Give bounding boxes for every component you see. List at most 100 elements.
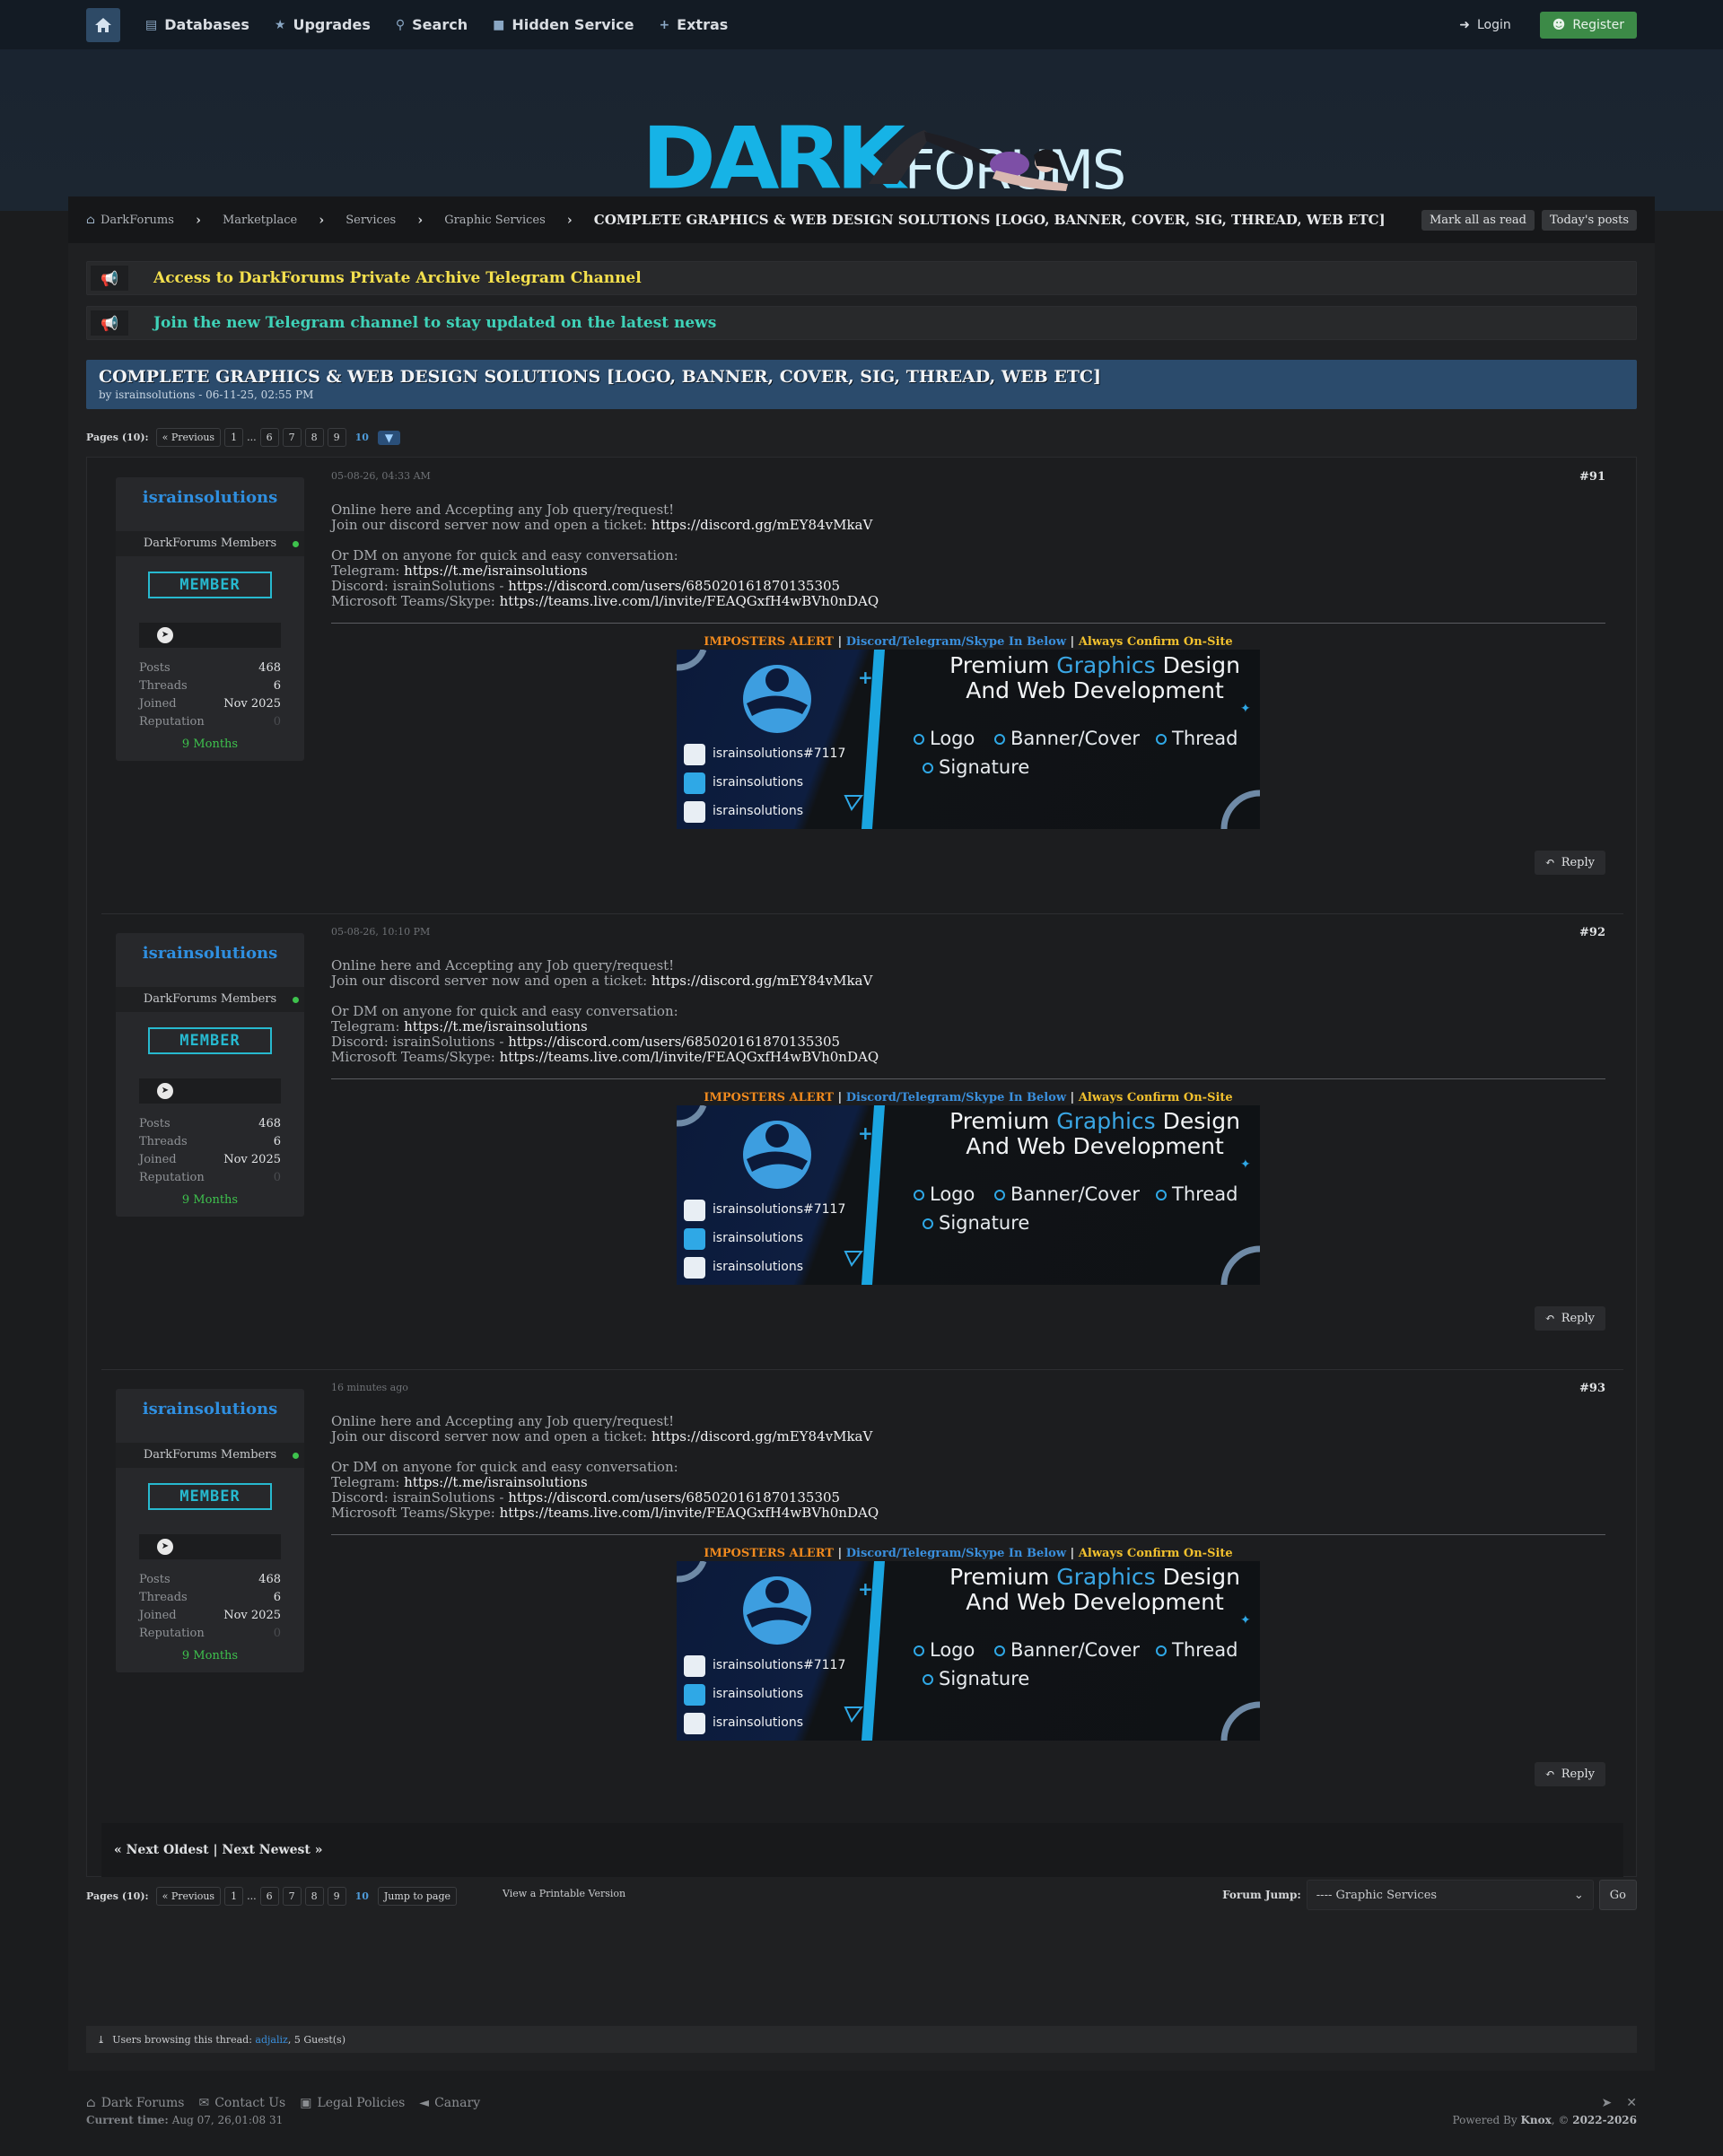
- page-link[interactable]: 8: [304, 1887, 324, 1906]
- home-icon: ⌂: [86, 2096, 96, 2110]
- login-link[interactable]: ➜ Login: [1459, 18, 1511, 32]
- post-number-link[interactable]: #92: [1579, 926, 1605, 939]
- previous-page-link[interactable]: « Previous: [155, 1887, 222, 1906]
- thread-header: COMPLETE GRAPHICS & WEB DESIGN SOLUTIONS…: [86, 360, 1637, 409]
- headline-text: And Web Development: [966, 677, 1224, 703]
- forum-jump-select[interactable]: ---- Graphic Services ⌄: [1306, 1880, 1594, 1910]
- page-link[interactable]: 6: [259, 1887, 279, 1906]
- breadcrumb-darkforums[interactable]: DarkForums: [101, 214, 174, 227]
- next-prev-thread-nav[interactable]: « Next Oldest | Next Newest »: [101, 1823, 1623, 1877]
- message-line: Online here and Accepting any Job query/…: [331, 957, 675, 973]
- imposters-alert: IMPOSTERS ALERT | Discord/Telegram/Skype…: [331, 1091, 1605, 1104]
- teams-link[interactable]: https://teams.live.com/l/invite/FEAQGxfH…: [500, 1049, 879, 1065]
- footer-link-canary[interactable]: ◄ Canary: [419, 2096, 480, 2110]
- page-link[interactable]: 7: [282, 428, 302, 447]
- stat-value[interactable]: 0: [274, 1627, 281, 1640]
- signature-headline: Premium Graphics Design And Web Developm…: [942, 1109, 1247, 1159]
- reply-button[interactable]: ↶ Reply: [1534, 1306, 1605, 1331]
- breadcrumb-services[interactable]: Services: [345, 214, 396, 227]
- jump-to-page-button[interactable]: Jump to page: [377, 1887, 458, 1906]
- username-link[interactable]: israinsolutions: [116, 944, 304, 963]
- nav-hidden-service[interactable]: ■ Hidden Service: [493, 16, 634, 33]
- reply-button[interactable]: ↶ Reply: [1534, 851, 1605, 875]
- telegram-link[interactable]: https://t.me/israinsolutions: [404, 563, 588, 579]
- discord-invite-link[interactable]: https://discord.gg/mEY84vMkaV: [652, 517, 872, 533]
- user-stat-threads: Threads 6: [139, 1591, 281, 1604]
- discord-invite-link[interactable]: https://discord.gg/mEY84vMkaV: [652, 973, 872, 989]
- headline-text: Premium: [949, 1108, 1057, 1134]
- teams-link[interactable]: https://teams.live.com/l/invite/FEAQGxfH…: [500, 593, 879, 609]
- todays-posts-button[interactable]: Today's posts: [1542, 209, 1637, 231]
- plus-icon: +: [659, 17, 670, 32]
- user-plus-icon: ☻: [1552, 17, 1566, 32]
- stat-value: Nov 2025: [223, 1609, 281, 1622]
- printable-version-link[interactable]: View a Printable Version: [503, 1888, 625, 1899]
- footer-link-contact[interactable]: ✉ Contact Us: [198, 2096, 285, 2110]
- page-link[interactable]: 8: [304, 428, 324, 447]
- footer-link-legal[interactable]: ▣ Legal Policies: [300, 2096, 405, 2110]
- home-button[interactable]: [86, 7, 120, 42]
- alert-part: Always Confirm On-Site: [1078, 635, 1233, 649]
- post-number-link[interactable]: #91: [1579, 470, 1605, 484]
- announcement-text: Join the new Telegram channel to stay up…: [153, 314, 717, 332]
- previous-page-link[interactable]: « Previous: [155, 428, 222, 447]
- reply-label: Reply: [1561, 1768, 1595, 1781]
- forum-jump-value: ---- Graphic Services: [1316, 1888, 1438, 1902]
- headline-text: Graphics: [1056, 652, 1156, 678]
- nav-databases[interactable]: ▤ Databases: [145, 16, 249, 33]
- reply-label: Reply: [1561, 856, 1595, 869]
- discord-user-link[interactable]: https://discord.com/users/68502016187013…: [508, 1489, 840, 1506]
- page-link[interactable]: 7: [282, 1887, 302, 1906]
- nav-search[interactable]: ⚲ Search: [396, 16, 468, 33]
- discord-invite-link[interactable]: https://discord.gg/mEY84vMkaV: [652, 1428, 872, 1445]
- post-number-link[interactable]: #93: [1579, 1382, 1605, 1395]
- browsing-user-link[interactable]: adjaliz: [255, 2034, 287, 2046]
- sig-telegram-contact: israinsolutions: [713, 1687, 804, 1701]
- telegram-icon[interactable]: ➤: [157, 1083, 173, 1099]
- x-icon[interactable]: ✕: [1626, 2096, 1637, 2110]
- stat-value[interactable]: 0: [274, 1171, 281, 1184]
- page-jump-dropdown-icon[interactable]: ▼: [377, 430, 401, 445]
- page-link[interactable]: 9: [327, 1887, 346, 1906]
- imposters-alert: IMPOSTERS ALERT | Discord/Telegram/Skype…: [331, 635, 1605, 649]
- user-contact-row: ➤: [139, 1078, 281, 1104]
- announcement-2[interactable]: 📢 Join the new Telegram channel to stay …: [86, 306, 1637, 340]
- sign-in-icon: ➜: [1459, 17, 1470, 32]
- breadcrumb-marketplace[interactable]: Marketplace: [223, 214, 297, 227]
- username-link[interactable]: israinsolutions: [116, 488, 304, 507]
- mark-all-read-button[interactable]: Mark all as read: [1421, 209, 1535, 231]
- telegram-link[interactable]: https://t.me/israinsolutions: [404, 1474, 588, 1490]
- stat-value: 468: [258, 1117, 281, 1130]
- teams-link[interactable]: https://teams.live.com/l/invite/FEAQGxfH…: [500, 1505, 879, 1521]
- page-link[interactable]: 1: [224, 428, 244, 447]
- telegram-icon[interactable]: ➤: [1602, 2096, 1613, 2110]
- discord-user-link[interactable]: https://discord.com/users/68502016187013…: [508, 578, 840, 594]
- alert-sep: |: [833, 635, 846, 649]
- imposters-alert: IMPOSTERS ALERT | Discord/Telegram/Skype…: [331, 1547, 1605, 1560]
- telegram-link[interactable]: https://t.me/israinsolutions: [404, 1018, 588, 1034]
- footer-link-dark-forums[interactable]: ⌂ Dark Forums: [86, 2096, 184, 2110]
- nav-upgrades[interactable]: ★ Upgrades: [275, 16, 371, 33]
- chevron-right-icon: ›: [319, 212, 325, 228]
- telegram-icon[interactable]: ➤: [157, 1539, 173, 1555]
- page-link[interactable]: 1: [224, 1887, 244, 1906]
- page-link[interactable]: 6: [259, 428, 279, 447]
- announcement-1[interactable]: 📢 Access to DarkForums Private Archive T…: [86, 261, 1637, 295]
- signature-banner: + ✦ Premium Graphics Design And Web Deve…: [677, 1561, 1260, 1741]
- page-link[interactable]: 9: [327, 428, 346, 447]
- telegram-icon[interactable]: ➤: [157, 627, 173, 643]
- go-button[interactable]: Go: [1598, 1880, 1637, 1910]
- register-button[interactable]: ☻ Register: [1539, 11, 1637, 39]
- post-date: 16 minutes ago: [331, 1382, 408, 1393]
- username-link[interactable]: israinsolutions: [116, 1400, 304, 1418]
- knox-link[interactable]: Knox: [1520, 2114, 1551, 2126]
- discord-user-link[interactable]: https://discord.com/users/68502016187013…: [508, 1034, 840, 1050]
- nav-extras[interactable]: + Extras: [659, 16, 728, 33]
- user-card: israinsolutions DarkForums Members MEMBE…: [116, 1389, 304, 1672]
- breadcrumb-graphic-services[interactable]: Graphic Services: [444, 214, 546, 227]
- reply-button[interactable]: ↶ Reply: [1534, 1762, 1605, 1786]
- sig-skype-contact: israinsolutions: [713, 804, 804, 818]
- stat-value[interactable]: 0: [274, 715, 281, 729]
- stat-label: Reputation: [139, 715, 205, 729]
- signature-divider: [331, 1078, 1605, 1079]
